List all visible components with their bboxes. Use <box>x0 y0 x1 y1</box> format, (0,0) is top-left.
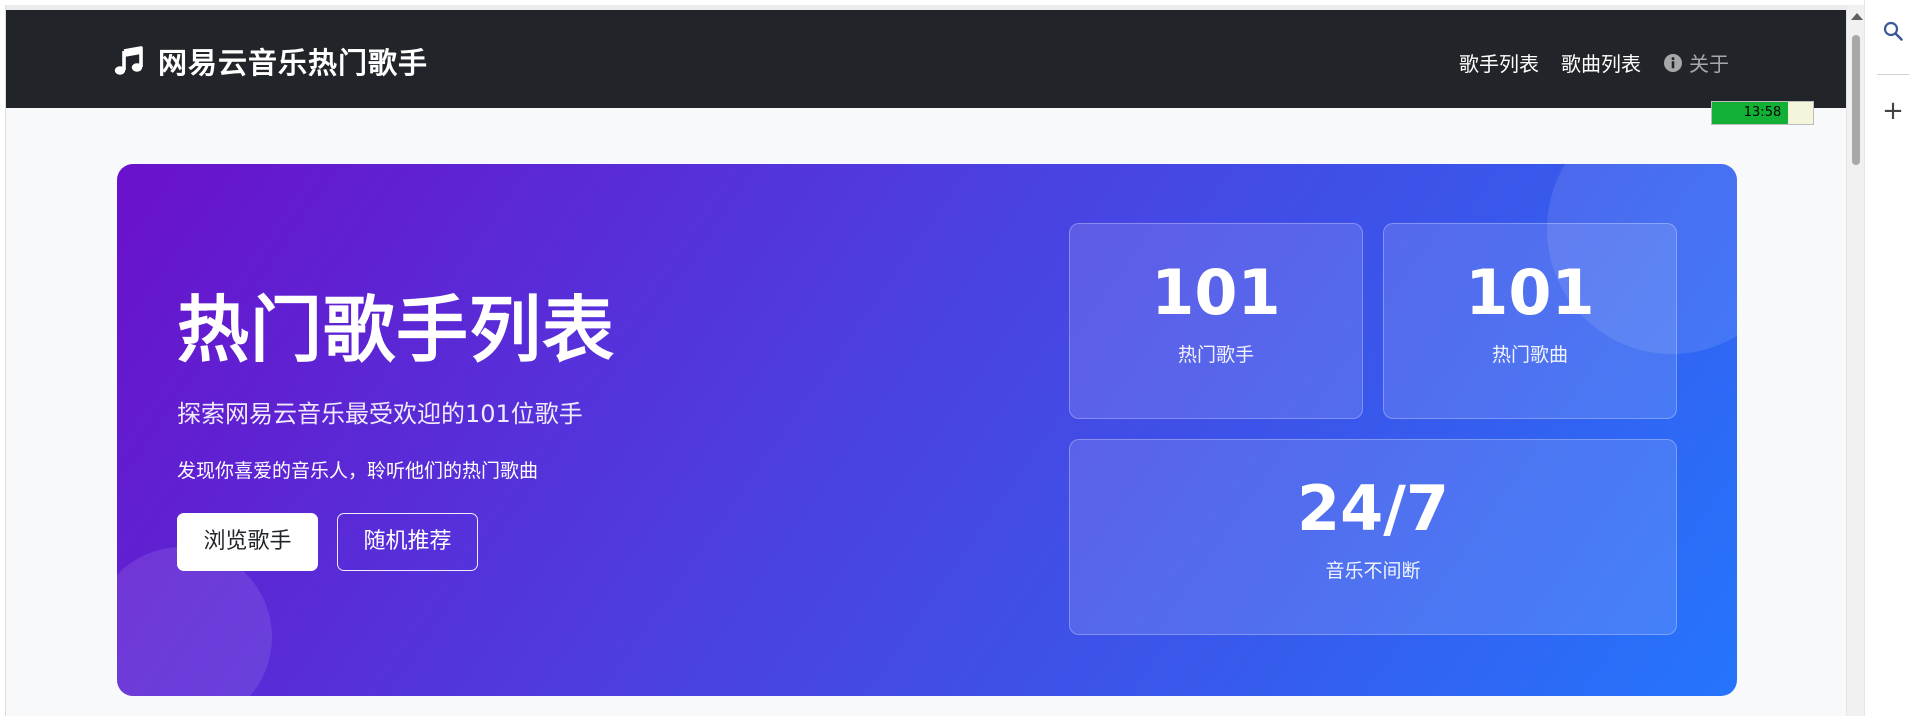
hero-banner: 热门歌手列表 探索网易云音乐最受欢迎的101位歌手 发现你喜爱的音乐人，聆听他们… <box>117 164 1737 696</box>
nav-link-singers[interactable]: 歌手列表 <box>1459 48 1539 77</box>
nav-link-about[interactable]: 关于 <box>1663 48 1729 77</box>
vertical-scrollbar[interactable] <box>1846 5 1865 716</box>
stat-card-singers: 101 热门歌手 <box>1069 223 1363 419</box>
hero-description: 发现你喜爱的音乐人，聆听他们的热门歌曲 <box>177 460 539 482</box>
browser-viewport: 网易云音乐热门歌手 歌手列表 歌曲列表 关于 热门歌手列表 探索网易云音乐最受欢… <box>5 5 1847 716</box>
info-circle-icon <box>1664 53 1682 72</box>
plus-icon[interactable]: + <box>1879 98 1907 126</box>
music-note-icon <box>114 46 143 75</box>
browser-side-panel: + <box>1864 0 1919 716</box>
browse-singers-button[interactable]: 浏览歌手 <box>177 513 318 571</box>
stat-number: 24/7 <box>1296 472 1450 545</box>
clock-widget: 13:58 <box>1711 101 1814 125</box>
brand-title: 网易云音乐热门歌手 <box>158 46 429 80</box>
stat-label: 热门歌曲 <box>1491 344 1568 366</box>
stat-label: 音乐不间断 <box>1325 560 1421 582</box>
scroll-thumb[interactable] <box>1852 35 1860 165</box>
stat-number: 101 <box>1151 256 1281 329</box>
brand-link[interactable]: 网易云音乐热门歌手 <box>114 44 428 80</box>
side-divider <box>1877 74 1909 75</box>
clock-time: 13:58 <box>1743 105 1782 120</box>
hero-subtitle: 探索网易云音乐最受欢迎的101位歌手 <box>177 400 583 428</box>
stat-number: 101 <box>1465 256 1595 329</box>
stat-label: 热门歌手 <box>1177 344 1254 366</box>
random-recommend-button[interactable]: 随机推荐 <box>337 513 478 571</box>
search-icon[interactable] <box>1882 20 1904 42</box>
nav-link-songs[interactable]: 歌曲列表 <box>1561 48 1641 77</box>
hero-title: 热门歌手列表 <box>177 288 616 372</box>
nav-links: 歌手列表 歌曲列表 关于 <box>1459 48 1729 77</box>
scroll-up-arrow-icon[interactable] <box>1851 13 1863 20</box>
nav-link-about-label: 关于 <box>1689 52 1729 76</box>
stat-card-nonstop: 24/7 音乐不间断 <box>1069 439 1677 635</box>
stat-card-songs: 101 热门歌曲 <box>1383 223 1677 419</box>
navbar: 网易云音乐热门歌手 歌手列表 歌曲列表 关于 <box>6 10 1847 108</box>
